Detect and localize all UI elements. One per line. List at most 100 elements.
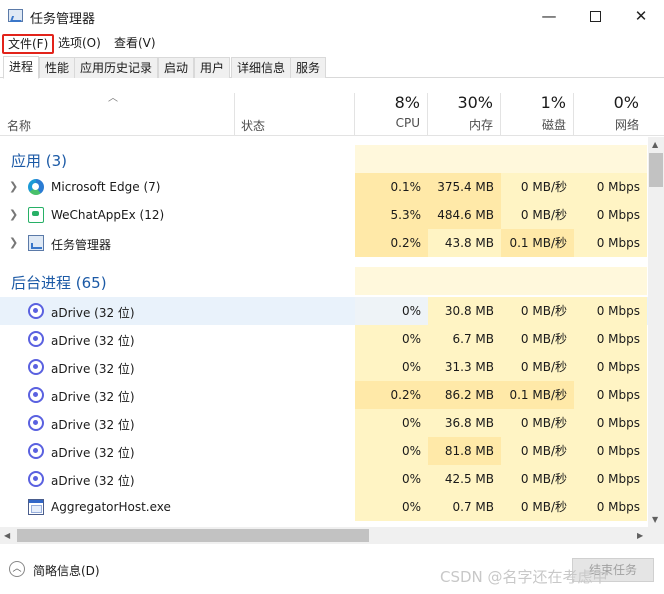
menu-bar: 文件(F) 选项(O) 查看(V)	[0, 32, 664, 54]
disk-label: 磁盘	[541, 118, 566, 132]
memory-cell: 86.2 MB	[428, 381, 501, 409]
scroll-left-icon[interactable]: ◀	[4, 531, 10, 540]
column-header: ︿ 名称 状态 8% CPU 30% 内存 1% 磁盘 0% 网络	[0, 79, 664, 136]
vertical-scroll-thumb[interactable]	[649, 153, 663, 187]
network-total: 0%	[613, 93, 639, 112]
minimize-button[interactable]: —	[526, 0, 572, 32]
cpu-cell: 0%	[355, 437, 428, 465]
column-name[interactable]: 名称	[7, 117, 31, 134]
tab-details[interactable]: 详细信息	[231, 57, 292, 78]
maximize-button[interactable]	[572, 0, 618, 32]
column-cpu[interactable]: 8% CPU	[355, 93, 427, 130]
tab-processes[interactable]: 进程	[3, 56, 40, 79]
process-row[interactable]: aDrive (32 位) 0% 30.8 MB 0 MB/秒 0 Mbps	[0, 297, 648, 325]
fewer-details-link[interactable]: 简略信息(D)	[33, 562, 100, 579]
disk-cell: 0 MB/秒	[501, 173, 574, 201]
tab-startup[interactable]: 启动	[158, 57, 195, 78]
process-row[interactable]: AggregatorHost.exe 0% 0.7 MB 0 MB/秒 0 Mb…	[0, 493, 648, 521]
network-cell: 0 Mbps	[574, 437, 647, 465]
memory-cell: 81.8 MB	[428, 437, 501, 465]
disk-total: 1%	[540, 93, 566, 112]
footer: ︿ 简略信息(D) 结束任务 CSDN @名字还在考虑中	[0, 544, 664, 594]
process-row[interactable]: aDrive (32 位) 0% 81.8 MB 0 MB/秒 0 Mbps	[0, 437, 648, 465]
group-title: 应用 (3)	[11, 152, 68, 170]
menu-view[interactable]: 查看(V)	[110, 34, 160, 54]
network-cell: 0 Mbps	[574, 465, 647, 493]
column-network[interactable]: 0% 网络	[574, 93, 646, 133]
column-status[interactable]: 状态	[241, 117, 265, 134]
memory-cell: 484.6 MB	[428, 201, 501, 229]
process-name: aDrive (32 位)	[51, 446, 135, 460]
process-name: aDrive (32 位)	[51, 474, 135, 488]
network-cell: 0 Mbps	[574, 229, 647, 257]
horizontal-scroll-thumb[interactable]	[17, 529, 369, 542]
column-divider[interactable]	[234, 93, 235, 136]
cpu-cell: 0.2%	[355, 229, 428, 257]
process-row[interactable]: aDrive (32 位) 0% 6.7 MB 0 MB/秒 0 Mbps	[0, 325, 648, 353]
cpu-cell: 0%	[355, 353, 428, 381]
disk-cell: 0 MB/秒	[501, 493, 574, 521]
scrollbar-corner	[648, 527, 664, 544]
column-disk[interactable]: 1% 磁盘	[501, 93, 573, 133]
cpu-total: 8%	[394, 93, 420, 112]
cpu-cell: 0%	[355, 465, 428, 493]
scroll-right-icon[interactable]: ▶	[637, 531, 643, 540]
adrive-icon	[28, 359, 44, 375]
menu-options[interactable]: 选项(O)	[54, 34, 105, 54]
menu-file[interactable]: 文件(F)	[2, 34, 55, 54]
network-label: 网络	[614, 118, 639, 132]
vertical-scrollbar[interactable]	[648, 137, 664, 527]
close-button[interactable]: ✕	[618, 0, 664, 32]
column-memory[interactable]: 30% 内存	[428, 93, 500, 133]
sort-ascending-icon[interactable]: ︿	[108, 89, 118, 104]
minimize-icon: —	[541, 7, 557, 25]
scroll-down-icon[interactable]: ▼	[652, 515, 658, 524]
disk-cell: 0.1 MB/秒	[501, 229, 574, 257]
cpu-cell: 0.1%	[355, 173, 428, 201]
tab-services[interactable]: 服务	[290, 57, 327, 78]
watermark: CSDN @名字还在考虑中	[440, 568, 608, 586]
scroll-up-icon[interactable]: ▲	[652, 140, 658, 149]
process-name: aDrive (32 位)	[51, 362, 135, 376]
process-row[interactable]: aDrive (32 位) 0.2% 86.2 MB 0.1 MB/秒 0 Mb…	[0, 381, 648, 409]
process-name: aDrive (32 位)	[51, 306, 135, 320]
aggregator-icon	[28, 499, 44, 515]
group-header-apps[interactable]: 应用 (3)	[0, 145, 648, 173]
window-title: 任务管理器	[30, 12, 96, 27]
title-bar: 任务管理器 — ✕	[0, 0, 664, 32]
disk-cell: 0 MB/秒	[501, 201, 574, 229]
tab-performance[interactable]: 性能	[39, 57, 76, 78]
process-row[interactable]: aDrive (32 位) 0% 42.5 MB 0 MB/秒 0 Mbps	[0, 465, 648, 493]
disk-cell: 0 MB/秒	[501, 465, 574, 493]
process-name: Microsoft Edge (7)	[51, 180, 161, 194]
collapse-up-icon[interactable]: ︿	[9, 561, 25, 577]
process-row[interactable]: ❯ WeChatAppEx (12) 5.3% 484.6 MB 0 MB/秒 …	[0, 201, 648, 229]
cpu-cell: 0%	[355, 409, 428, 437]
adrive-icon	[28, 331, 44, 347]
process-list[interactable]: 应用 (3) ❯ Microsoft Edge (7) 0.1% 375.4 M…	[0, 137, 648, 527]
process-row[interactable]: ❯ 任务管理器 0.2% 43.8 MB 0.1 MB/秒 0 Mbps	[0, 229, 648, 257]
memory-cell: 6.7 MB	[428, 325, 501, 353]
cpu-cell: 5.3%	[355, 201, 428, 229]
disk-cell: 0 MB/秒	[501, 325, 574, 353]
process-name: aDrive (32 位)	[51, 334, 135, 348]
cpu-cell: 0%	[355, 325, 428, 353]
process-row[interactable]: ❯ Microsoft Edge (7) 0.1% 375.4 MB 0 MB/…	[0, 173, 648, 201]
group-title: 后台进程 (65)	[11, 274, 107, 292]
cpu-cell: 0%	[355, 493, 428, 521]
expand-chevron-icon[interactable]: ❯	[9, 208, 18, 221]
edge-icon	[28, 179, 44, 195]
tab-users[interactable]: 用户	[194, 57, 231, 78]
group-header-background[interactable]: 后台进程 (65)	[0, 267, 648, 295]
disk-cell: 0 MB/秒	[501, 297, 574, 325]
tab-app-history[interactable]: 应用历史记录	[74, 57, 159, 78]
expand-chevron-icon[interactable]: ❯	[9, 180, 18, 193]
process-name: aDrive (32 位)	[51, 390, 135, 404]
process-name: aDrive (32 位)	[51, 418, 135, 432]
disk-cell: 0 MB/秒	[501, 437, 574, 465]
maximize-icon	[589, 10, 601, 22]
disk-cell: 0.1 MB/秒	[501, 381, 574, 409]
expand-chevron-icon[interactable]: ❯	[9, 236, 18, 249]
process-row[interactable]: aDrive (32 位) 0% 31.3 MB 0 MB/秒 0 Mbps	[0, 353, 648, 381]
process-row[interactable]: aDrive (32 位) 0% 36.8 MB 0 MB/秒 0 Mbps	[0, 409, 648, 437]
